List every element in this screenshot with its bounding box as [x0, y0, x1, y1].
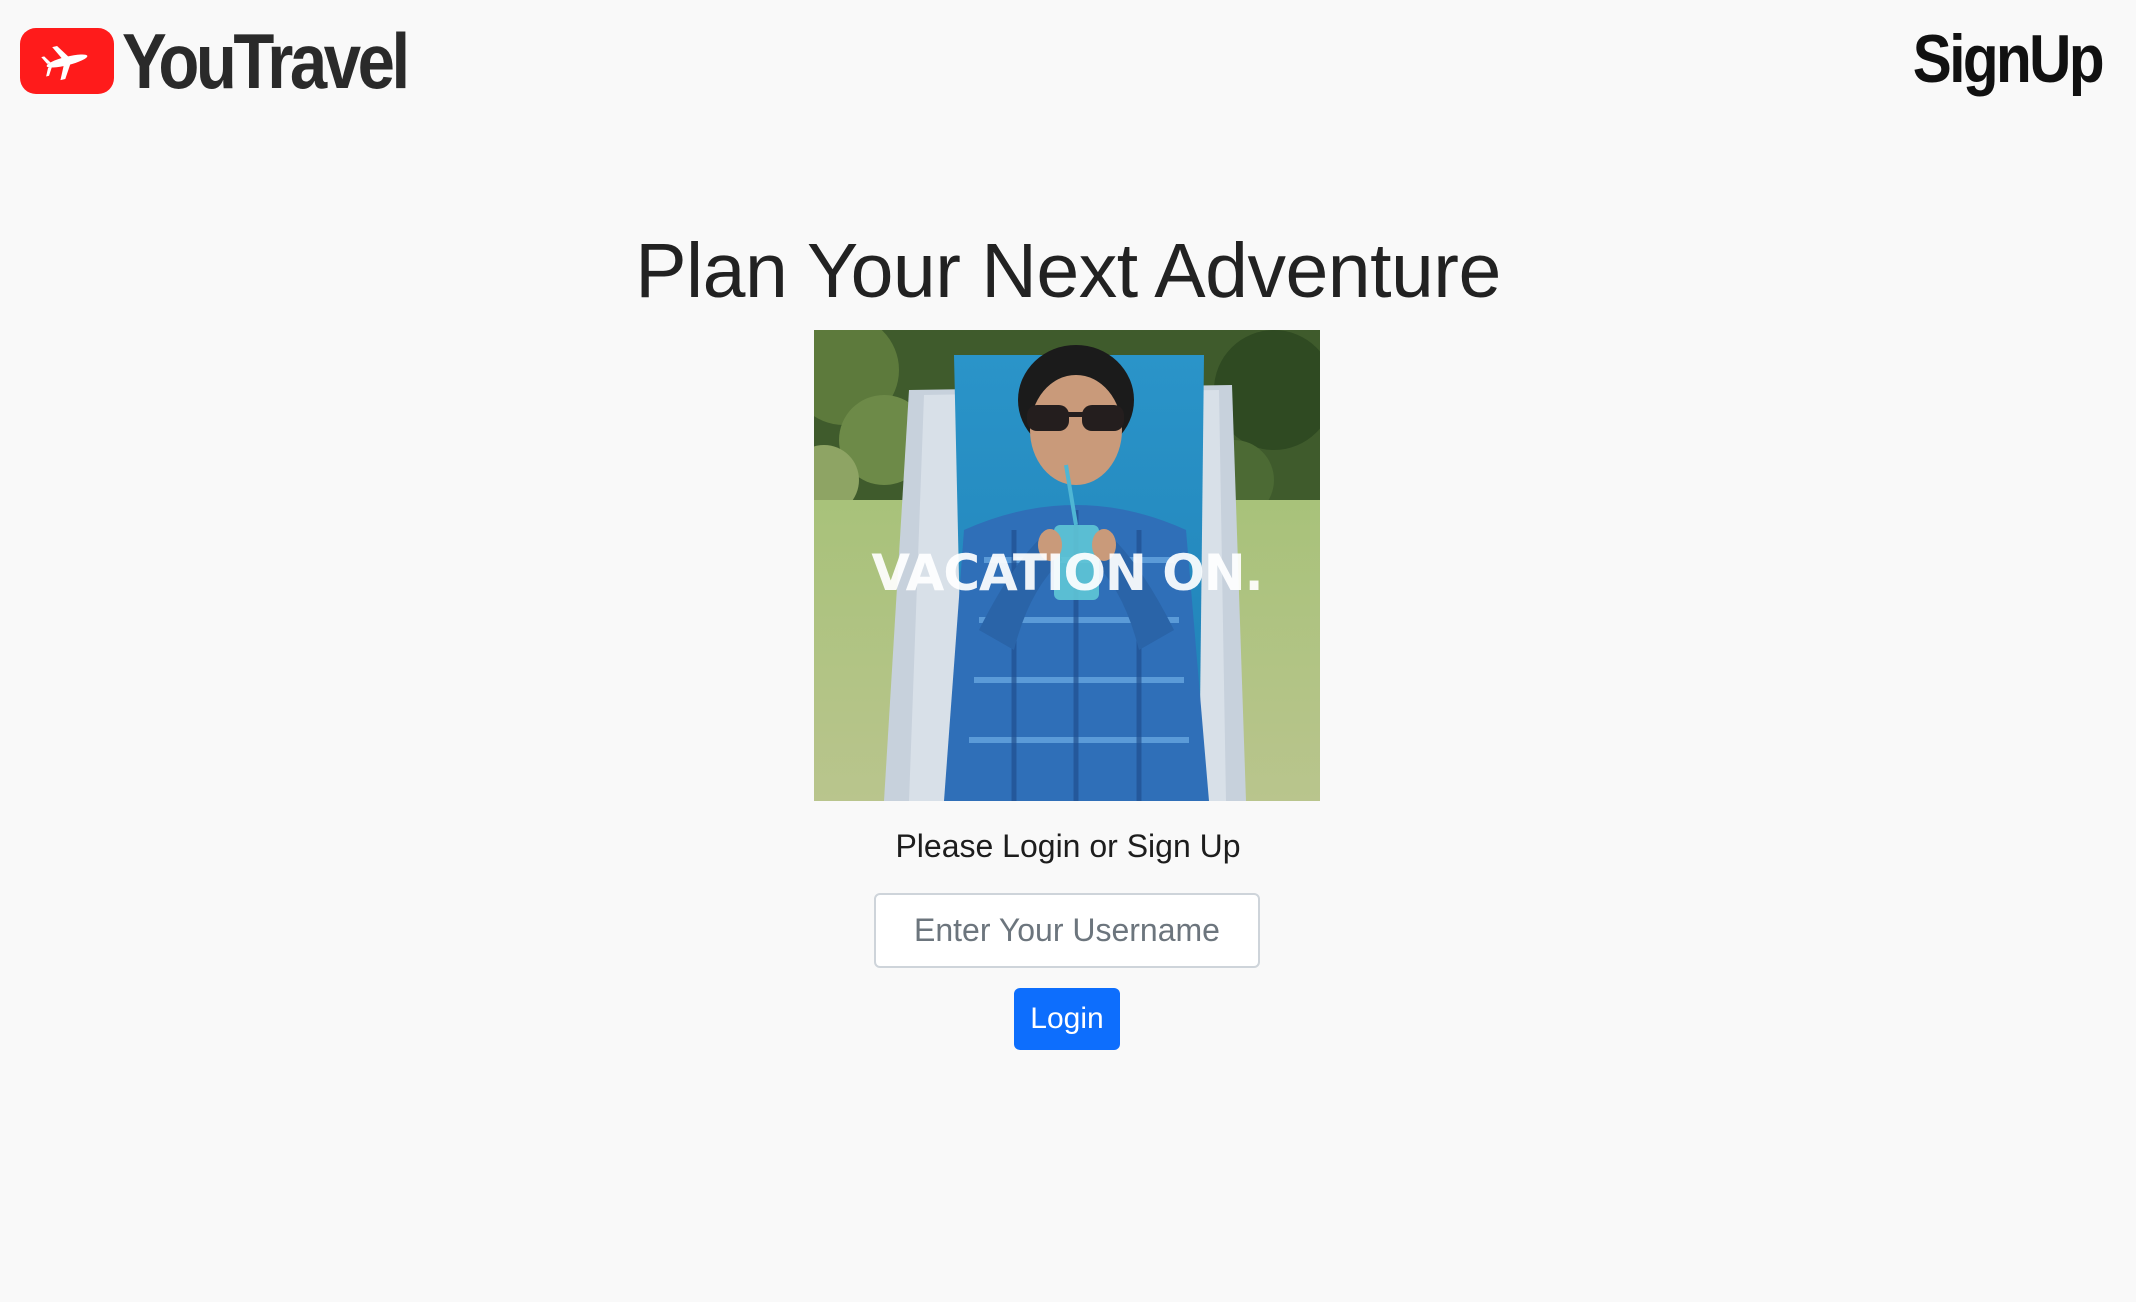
brand-logo: [20, 28, 114, 94]
brand-name: YouTravel: [122, 17, 410, 105]
username-input[interactable]: [874, 893, 1260, 968]
airplane-icon: [41, 45, 88, 81]
brand[interactable]: YouTravel: [20, 17, 453, 105]
page-title: Plan Your Next Adventure: [635, 228, 1501, 314]
hero-caption: VACATION ON.: [871, 544, 1262, 602]
hero-image: VACATION ON.: [814, 330, 1320, 801]
signup-link[interactable]: SignUp: [1913, 20, 2105, 98]
vacation-gif-illustration: VACATION ON.: [814, 330, 1320, 801]
login-button[interactable]: Login: [1014, 988, 1120, 1050]
login-prompt: Please Login or Sign Up: [895, 828, 1241, 864]
